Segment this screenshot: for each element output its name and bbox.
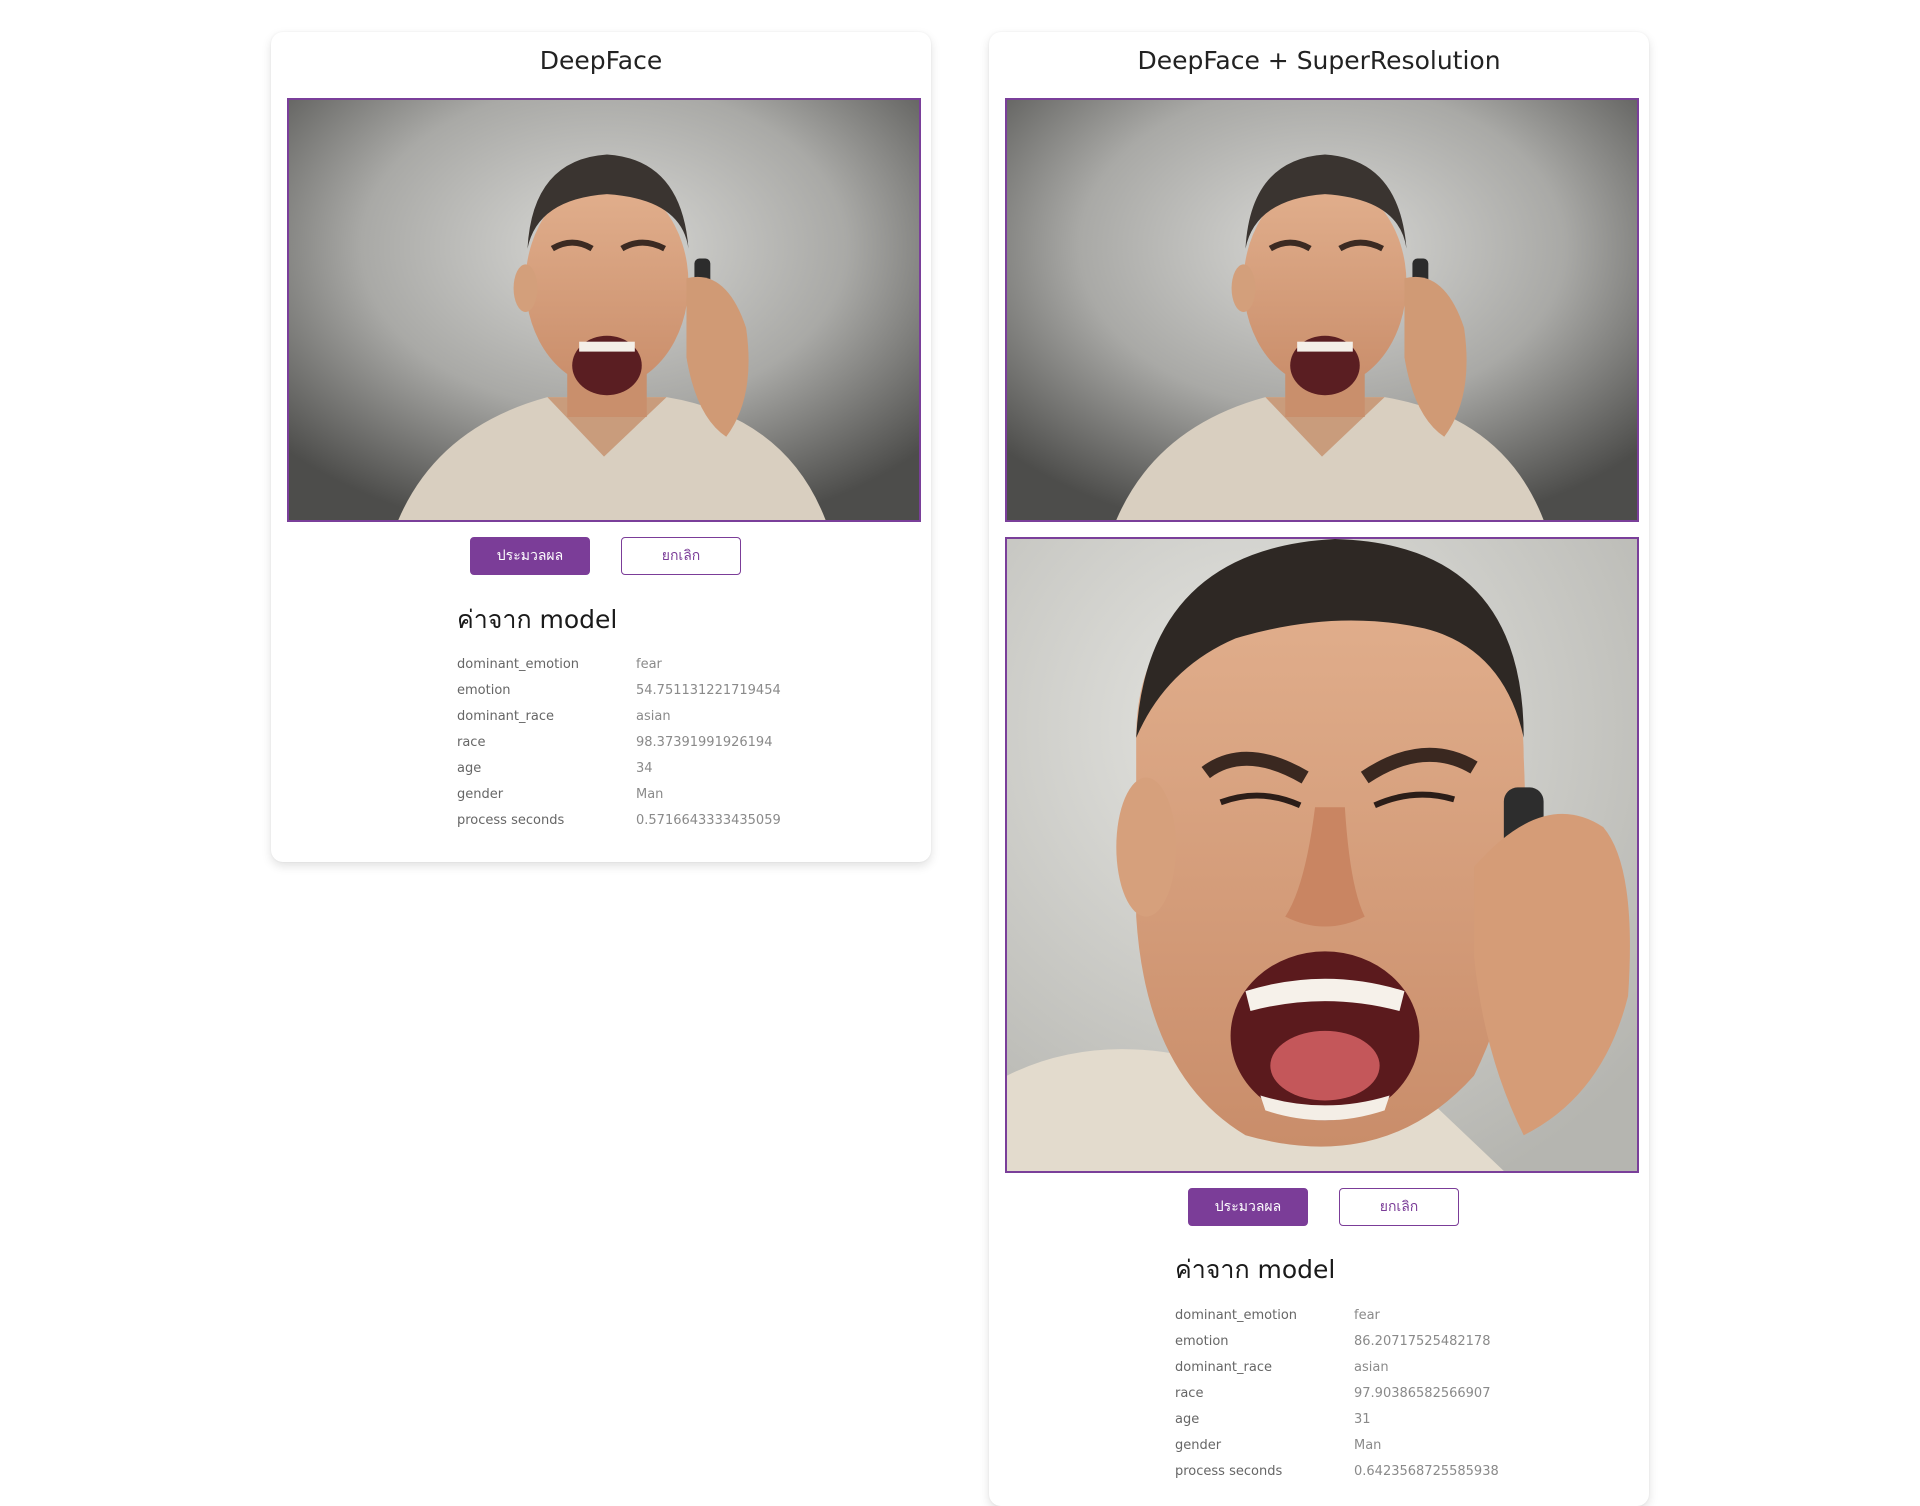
result-key: age — [1175, 1411, 1200, 1427]
result-key: dominant_emotion — [457, 656, 580, 672]
deepface-superresolution-card: DeepFace + SuperResolution ประมวลผล ยกเล… — [989, 32, 1649, 1506]
result-row: dominant_race asian — [1175, 1354, 1499, 1380]
result-value: 98.37391991926194 — [636, 734, 773, 750]
result-row: process seconds 0.5716643333435059 — [457, 807, 781, 833]
results-title: ค่าจาก model — [457, 605, 618, 634]
result-value: 86.20717525482178 — [1354, 1333, 1491, 1349]
result-key: emotion — [457, 682, 511, 698]
cancel-button[interactable]: ยกเลิก — [621, 537, 741, 575]
result-key: race — [457, 734, 486, 750]
result-key: age — [457, 760, 482, 776]
results-table: dominant_emotion fear emotion 54.7511312217… — [457, 651, 781, 833]
result-key: dominant_race — [457, 708, 554, 724]
result-row: age 31 — [1175, 1406, 1499, 1432]
result-value: 0.5716643333435059 — [636, 812, 781, 828]
result-value: asian — [636, 708, 671, 724]
result-key: race — [1175, 1385, 1204, 1401]
result-value: asian — [1354, 1359, 1389, 1375]
result-value: fear — [1354, 1307, 1380, 1323]
result-key: dominant_emotion — [1175, 1307, 1298, 1323]
result-key: emotion — [1175, 1333, 1229, 1349]
result-value: 54.751131221719454 — [636, 682, 781, 698]
result-value: 31 — [1354, 1411, 1371, 1427]
result-row: emotion 86.20717525482178 — [1175, 1328, 1499, 1354]
process-button[interactable]: ประมวลผล — [470, 537, 590, 575]
result-key: process seconds — [457, 812, 565, 828]
result-row: dominant_race asian — [457, 703, 781, 729]
result-row: emotion 54.751131221719454 — [457, 677, 781, 703]
result-key: gender — [457, 786, 504, 802]
result-row: dominant_emotion fear — [1175, 1302, 1499, 1328]
result-value: 0.6423568725585938 — [1354, 1463, 1499, 1479]
results-table: dominant_emotion fear emotion 86.2071752548… — [1175, 1302, 1499, 1484]
result-row: gender Man — [1175, 1432, 1499, 1458]
result-value: Man — [1354, 1437, 1382, 1453]
result-row: gender Man — [457, 781, 781, 807]
result-row: age 34 — [457, 755, 781, 781]
result-key: process seconds — [1175, 1463, 1283, 1479]
result-row: race 97.90386582566907 — [1175, 1380, 1499, 1406]
result-value: Man — [636, 786, 664, 802]
result-value: 97.90386582566907 — [1354, 1385, 1491, 1401]
result-value: 34 — [636, 760, 653, 776]
card-title: DeepFace — [539, 46, 663, 75]
results-title: ค่าจาก model — [1175, 1255, 1336, 1284]
deepface-card: DeepFace ประมวลผล ยกเลิก ค่าจาก model do… — [271, 32, 931, 862]
result-row: process seconds 0.6423568725585938 — [1175, 1458, 1499, 1484]
result-value: fear — [636, 656, 662, 672]
result-row: dominant_emotion fear — [457, 651, 781, 677]
process-button[interactable]: ประมวลผล — [1188, 1188, 1308, 1226]
face-photo-original — [287, 98, 921, 522]
face-photo-superresolution — [1005, 537, 1639, 1173]
page: DeepFace ประมวลผล ยกเลิก ค่าจาก model do… — [0, 0, 1920, 1506]
cancel-button[interactable]: ยกเลิก — [1339, 1188, 1459, 1226]
card-title: DeepFace + SuperResolution — [1137, 46, 1501, 75]
result-row: race 98.37391991926194 — [457, 729, 781, 755]
result-key: gender — [1175, 1437, 1222, 1453]
result-key: dominant_race — [1175, 1359, 1272, 1375]
face-photo-original — [1005, 98, 1639, 522]
